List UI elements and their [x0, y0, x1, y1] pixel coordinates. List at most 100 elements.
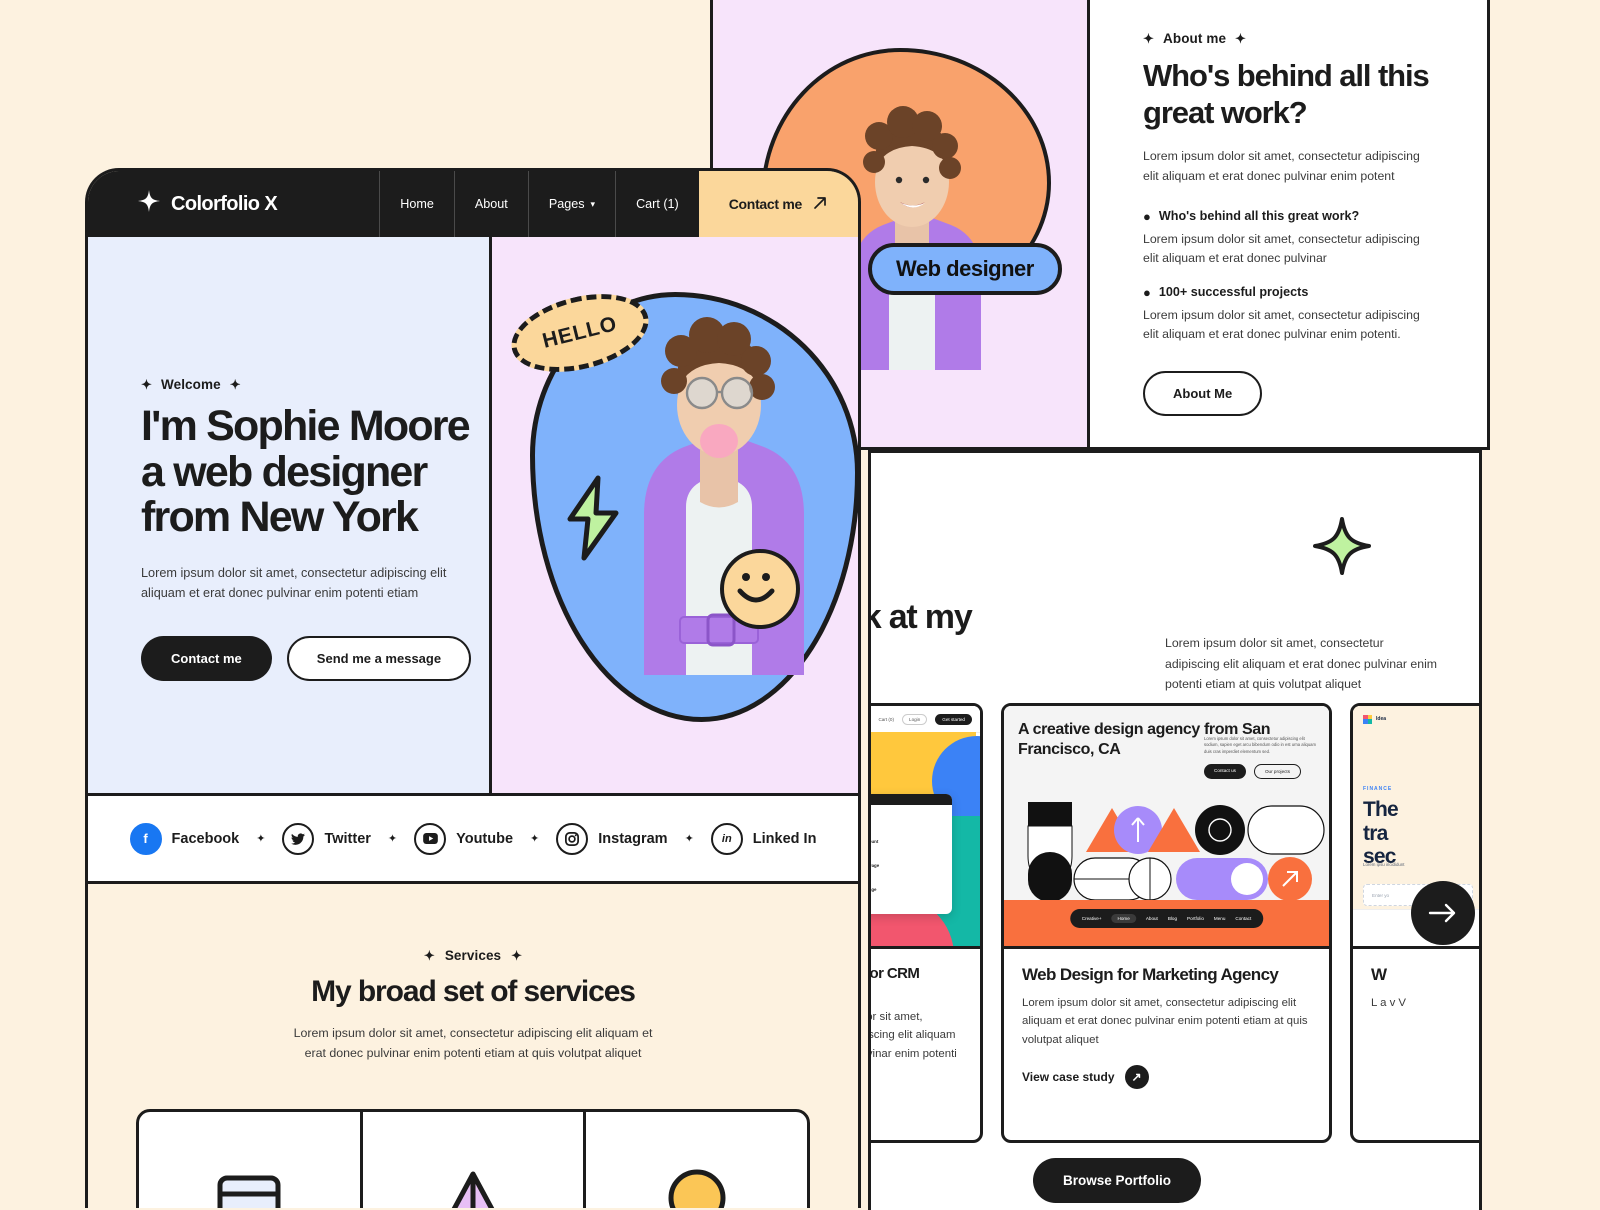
agency-mock: A creative design agency from San Franci… [1004, 706, 1329, 946]
nav-link-cart[interactable]: Cart (1) [615, 171, 699, 237]
about-eyebrow-label: About me [1163, 31, 1227, 46]
agency-contact-button: Contact us [1204, 764, 1246, 779]
sparkle-icon: ✦ [423, 948, 435, 963]
nav-link-label: Cart (1) [636, 197, 679, 211]
sparkle-decoration-icon [1311, 515, 1373, 582]
crm-row: Visited Home Page [871, 877, 952, 901]
social-link-twitter[interactable]: Twitter [282, 822, 371, 855]
smiley-face-icon [720, 549, 800, 629]
social-bar: f Facebook ✦ Twitter ✦ Youtube ✦ Instagr… [88, 796, 858, 884]
twitter-icon [282, 822, 315, 855]
hero-title-line-1: I'm Sophie Moore [141, 402, 471, 450]
service-card[interactable] [363, 1112, 587, 1208]
nav-link-label: About [474, 197, 508, 211]
hero-title-line-2: a web designer [141, 447, 428, 496]
main-panel: Colorfolio X Home About Pages ▾ Cart (1)… [85, 168, 861, 1208]
portfolio-card-body: W L a v V [1353, 949, 1479, 1046]
facebook-icon: f [129, 822, 162, 855]
finance-headline: The tra sec [1363, 798, 1399, 869]
portfolio-next-button[interactable] [1411, 881, 1475, 945]
screenshot-stage: Web designer ✦ About me ✦ Who's behind a… [0, 0, 1600, 1210]
social-label: Linked In [752, 830, 817, 847]
logo-icon [1363, 714, 1372, 724]
social-link-facebook[interactable]: f Facebook [129, 822, 239, 855]
portfolio-card-title: Web Design for CRM platform [869, 965, 920, 982]
social-link-instagram[interactable]: Instagram [556, 822, 668, 855]
hero-title-line-3: from New York [141, 493, 419, 542]
sparkle-icon: ✦ [1235, 31, 1247, 46]
crm-row-label: Visited Pricing Page [868, 862, 880, 868]
crm-nav-item: Cart (0) [878, 716, 895, 722]
nav-link-pages[interactable]: Pages ▾ [527, 171, 615, 237]
about-bullet-heading-text: Who's behind all this great work? [1158, 208, 1360, 223]
circle-icon [668, 1169, 726, 1208]
social-link-linkedin[interactable]: in Linked In [710, 822, 817, 855]
hero-copy: ✦ Welcome ✦ I'm Sophie Moore a web desig… [88, 237, 492, 793]
crm-window-titlebar [871, 794, 952, 805]
hero-visual: HELLO [492, 237, 858, 793]
crm-login-button: Login [902, 713, 928, 725]
agency-nav-item: Home [1111, 914, 1136, 923]
hero-eyebrow-label: Welcome [161, 377, 221, 392]
arrow-up-right-icon: ↗ [1124, 1065, 1149, 1090]
sparkle-icon: ✦ [1143, 31, 1154, 46]
nav-link-about[interactable]: About [453, 171, 528, 237]
portfolio-heading: Take a look at my portfolio [871, 598, 1131, 674]
about-me-button[interactable]: About Me [1143, 370, 1263, 416]
bullet-dot-icon: ● [1143, 208, 1151, 224]
finance-mock-topbar: Idea [1353, 706, 1479, 732]
social-link-youtube[interactable]: Youtube [414, 822, 514, 855]
service-card[interactable] [139, 1112, 363, 1208]
agency-copy: Lorem ipsum dolor sit amet, consectetur … [1204, 736, 1316, 754]
about-bullet: ● 100+ successful projects Lorem ipsum d… [1143, 285, 1423, 345]
about-bullet-heading-text: 100+ successful projects [1158, 284, 1309, 299]
about-bullet-body: Lorem ipsum dolor sit amet, consectetur … [1143, 231, 1420, 266]
arrow-up-right-icon [812, 195, 828, 214]
services-paragraph: Lorem ipsum dolor sit amet, consectetur … [293, 1026, 653, 1061]
browse-portfolio-button[interactable]: Browse Portfolio [1033, 1158, 1202, 1203]
nav-link-home[interactable]: Home [379, 171, 454, 237]
hero-title: I'm Sophie Moore a web designer from New… [141, 402, 489, 542]
finance-copy: Lorem ipsu incididunt [1363, 862, 1405, 867]
about-photo-badge: Web designer [868, 243, 1062, 295]
portfolio-card-text: Lorem ipsum dolor sit amet, consectetur … [868, 1011, 957, 1060]
social-label: Youtube [456, 830, 514, 847]
portfolio-card-cta[interactable]: ↗ [871, 1098, 962, 1122]
brand[interactable]: Colorfolio X [88, 171, 379, 237]
contact-me-nav-button[interactable]: Contact me [698, 171, 858, 237]
browse-portfolio-label: Browse Portfolio [1063, 1173, 1172, 1188]
bullet-dot-icon: ● [1143, 284, 1151, 300]
portfolio-card-body: Web Design for Marketing Agency Lorem ip… [1004, 949, 1329, 1107]
chevron-down-icon: ▾ [590, 198, 596, 209]
prism-icon [442, 1171, 504, 1208]
crm-window-mock: Sophie Moore Created an Account Visited … [868, 794, 952, 914]
youtube-icon [414, 822, 447, 855]
about-bullet-heading: ● 100+ successful projects [1143, 285, 1423, 301]
services-card-row [136, 1109, 810, 1208]
portfolio-card-text: L a v V [1371, 997, 1407, 1009]
hero-contact-me-button[interactable]: Contact me [141, 635, 272, 681]
card-icon [217, 1175, 281, 1208]
portfolio-card[interactable]: A creative design agency from San Franci… [1001, 703, 1332, 1143]
navbar: Colorfolio X Home About Pages ▾ Cart (1)… [88, 171, 858, 237]
agency-shape-grid [1016, 802, 1329, 902]
about-bullet: ● Who's behind all this great work? Lore… [1143, 209, 1423, 269]
agency-nav-item: Contact [1235, 916, 1252, 921]
nav-link-label: Pages [548, 197, 585, 211]
hero-buttons: Contact me Send me a message [141, 635, 489, 681]
portfolio-title-line-1: Take a look at my [871, 598, 973, 636]
separator-icon: ✦ [256, 833, 266, 845]
service-card[interactable] [586, 1112, 807, 1208]
crm-get-started-button: Get started [935, 713, 972, 725]
portfolio-card-cta[interactable]: View case study ↗ [1022, 1065, 1311, 1090]
portfolio-card-text: Lorem ipsum dolor sit amet, consectetur … [1022, 997, 1308, 1046]
separator-icon: ✦ [684, 833, 694, 845]
portfolio-card[interactable]: Home About Pages Contact Cart (0) Login … [868, 703, 983, 1143]
about-eyebrow: ✦ About me ✦ [1143, 31, 1441, 46]
about-copy-column: ✦ About me ✦ Who's behind all this great… [1093, 0, 1487, 416]
about-paragraph: Lorem ipsum dolor sit amet, consectetur … [1143, 149, 1420, 184]
agency-mock-nav: Creative+ Home About Blog Portfolio Menu… [1069, 909, 1264, 928]
portfolio-card-title: W [1371, 965, 1387, 984]
portfolio-panel: Take a look at my portfolio Lorem ipsum … [868, 450, 1482, 1210]
hero-send-message-button[interactable]: Send me a message [286, 635, 472, 681]
